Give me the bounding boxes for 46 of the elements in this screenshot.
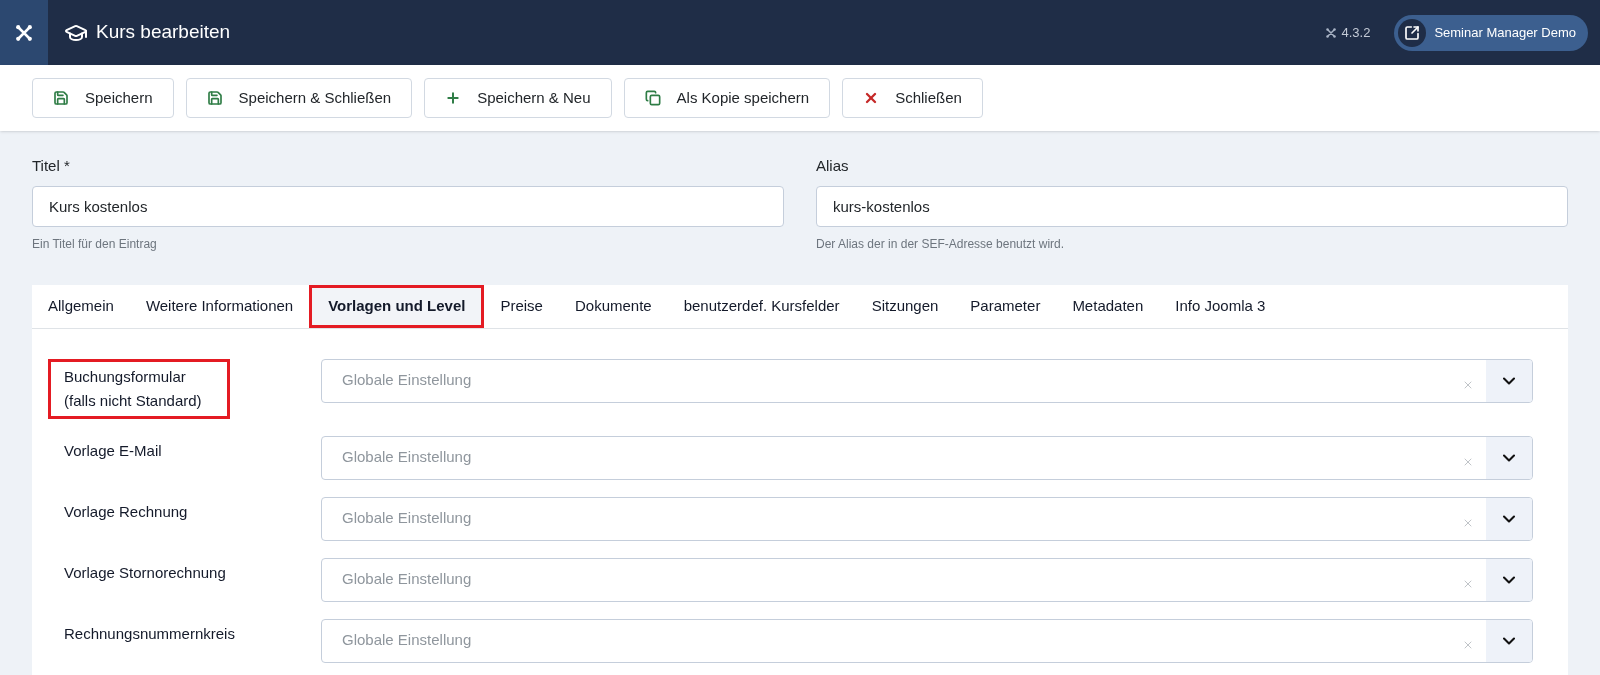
dropdown-toggle[interactable]: [1486, 558, 1532, 601]
dropdown-toggle[interactable]: [1486, 359, 1532, 402]
tab[interactable]: Dokumente: [558, 284, 668, 328]
save-icon: [53, 90, 69, 106]
toolbar-button[interactable]: Speichern: [32, 78, 174, 118]
select-placeholder: Globale Einstellung: [341, 630, 472, 651]
field-hint: Der Alias der in der SEF-Adresse benutzt wird.: [816, 235, 1066, 253]
toolbar-button[interactable]: Schließen: [842, 78, 983, 118]
tab[interactable]: Info Joomla 3: [1159, 284, 1282, 328]
tab[interactable]: Weitere Informationen: [129, 284, 310, 328]
dropdown-toggle[interactable]: [1486, 619, 1532, 662]
joomla-logo-icon: [14, 22, 34, 43]
setting-label: Vorlage Rechnung: [63, 501, 189, 522]
page-title: Kurs bearbeiten: [96, 20, 231, 45]
save-icon: [206, 90, 223, 106]
setting-label: Vorlage Stornorechnung: [63, 562, 227, 583]
setting-label: Rechnungsnummernkreis: [63, 623, 236, 644]
setting-label: Vorlage E-Mail: [63, 440, 163, 461]
toolbar-button[interactable]: Als Kopie speichern: [623, 78, 831, 118]
select-placeholder: Globale Einstellung: [341, 447, 472, 468]
tab[interactable]: Metadaten: [1056, 284, 1160, 328]
setting-label: Buchungsformular (falls nicht Standard): [48, 358, 230, 419]
tab[interactable]: benutzerdef. Kursfelder: [667, 284, 856, 328]
field-label: Titel *: [32, 156, 71, 176]
dropdown-toggle[interactable]: [1486, 497, 1532, 540]
select-placeholder: Globale Einstellung: [341, 370, 472, 391]
version-text: 4.3.2: [1341, 23, 1371, 42]
tab[interactable]: Vorlagen und Level: [309, 284, 485, 328]
field-hint: Ein Titel für den Eintrag: [32, 235, 158, 253]
select-placeholder: Globale Einstellung: [341, 569, 472, 590]
select-placeholder: Globale Einstellung: [341, 508, 472, 529]
field-label: Alias: [816, 156, 850, 176]
dropdown-toggle[interactable]: [1486, 436, 1532, 479]
text-input[interactable]: Kurs kostenlos: [32, 185, 784, 227]
tab[interactable]: Preise: [484, 284, 559, 328]
joomla-logo-icon: [1325, 26, 1338, 39]
tab[interactable]: Parameter: [954, 284, 1057, 328]
tab[interactable]: Allgemein: [32, 284, 130, 328]
user-site-button[interactable]: Seminar Manager Demo: [1394, 14, 1588, 51]
toolbar-button[interactable]: Speichern & Neu: [424, 78, 612, 118]
tab[interactable]: Sitzungen: [855, 284, 955, 328]
external-link-icon: [1398, 18, 1427, 47]
text-input[interactable]: kurs-kostenlos: [816, 185, 1568, 227]
logo-tile[interactable]: [0, 0, 48, 65]
copy-icon: [644, 90, 661, 106]
toolbar-button[interactable]: Speichern & Schließen: [185, 78, 413, 118]
